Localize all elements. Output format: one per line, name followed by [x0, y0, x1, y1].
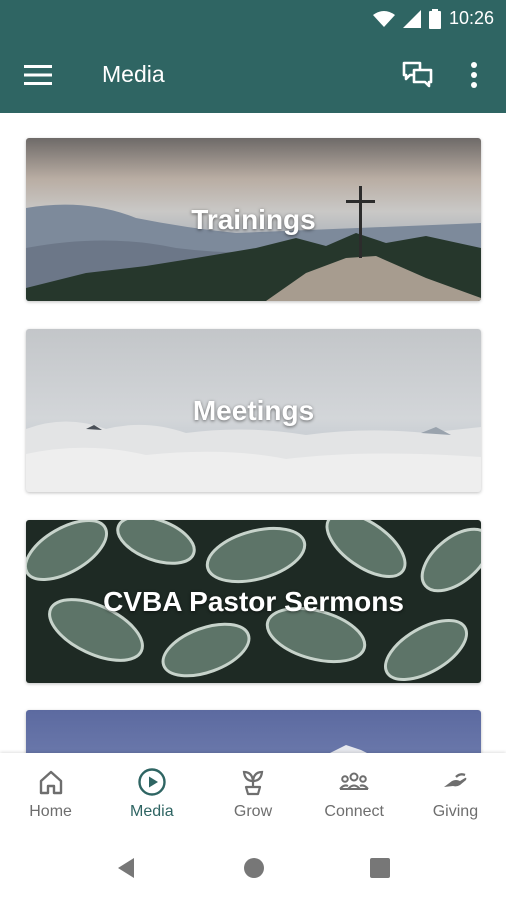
nav-item-grow[interactable]: Grow [202, 753, 303, 837]
card-image-mountain-sky [26, 710, 481, 753]
system-navigation-bar [0, 837, 506, 900]
nav-label: Connect [324, 803, 384, 820]
chat-icon[interactable] [402, 60, 434, 90]
status-time: 10:26 [448, 8, 494, 28]
nav-label: Grow [233, 803, 273, 820]
app-bar: Media [0, 37, 506, 113]
media-list: Trainings Meetings CVBA Pastor Sermons [0, 113, 506, 753]
nav-item-media[interactable]: Media [101, 753, 202, 837]
signal-icon [402, 9, 421, 28]
back-icon[interactable] [116, 857, 136, 879]
nav-label: Media [130, 803, 174, 820]
nav-label: Giving [432, 803, 479, 820]
card-title: CVBA Pastor Sermons [103, 585, 404, 617]
card-title: Meetings [192, 394, 315, 426]
media-card-meetings[interactable]: Meetings [26, 329, 481, 492]
bottom-navigation: Home Media Grow Connect Giving [0, 753, 506, 837]
recents-square-icon[interactable] [370, 858, 390, 878]
card-title: Trainings [191, 203, 316, 235]
group-icon [339, 772, 369, 790]
media-card-cvba-pastor-sermons[interactable]: CVBA Pastor Sermons [26, 520, 481, 683]
media-card-4[interactable] [26, 710, 481, 753]
home-icon [39, 770, 62, 795]
nav-item-home[interactable]: Home [0, 753, 101, 837]
status-bar: 10:26 [0, 0, 506, 37]
nav-item-connect[interactable]: Connect [304, 753, 405, 837]
page-title: Media [102, 61, 165, 87]
battery-icon [428, 8, 441, 29]
nav-item-giving[interactable]: Giving [405, 753, 506, 837]
wifi-icon [372, 10, 395, 27]
nav-label: Home [29, 803, 72, 820]
play-circle-icon [138, 768, 166, 796]
giving-hand-icon [444, 773, 467, 787]
sprout-icon [242, 770, 264, 796]
media-card-trainings[interactable]: Trainings [26, 138, 481, 301]
more-vert-icon[interactable] [466, 61, 482, 89]
home-circle-icon[interactable] [243, 857, 265, 879]
menu-icon[interactable] [24, 63, 54, 87]
